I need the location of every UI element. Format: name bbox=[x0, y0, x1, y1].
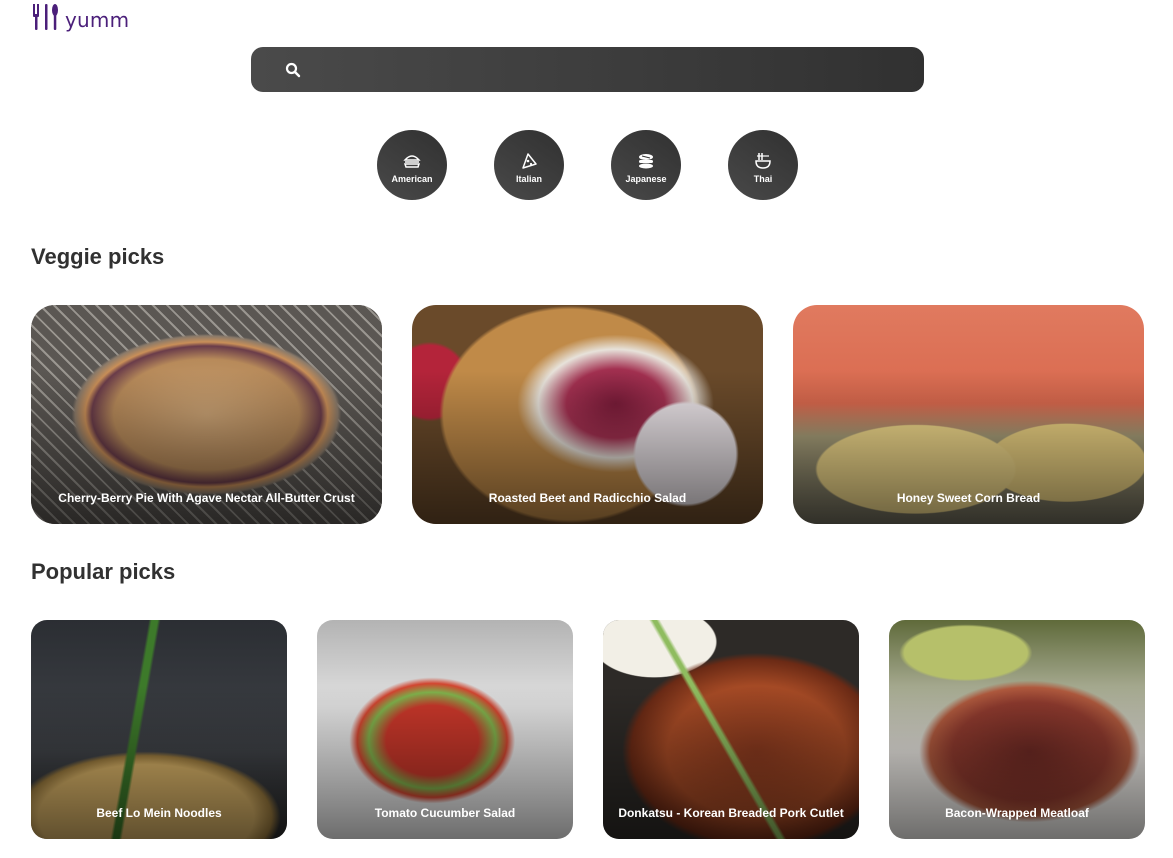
popular-picks-carousel: Beef Lo Mein Noodles Tomato Cucumber Sal… bbox=[31, 620, 1145, 839]
burger-icon bbox=[403, 154, 421, 168]
fork-knife-icon bbox=[33, 4, 58, 30]
logo-text: yumm bbox=[65, 8, 130, 32]
recipe-card[interactable]: Honey Sweet Corn Bread bbox=[793, 305, 1144, 524]
cuisine-label: American bbox=[391, 173, 433, 184]
recipe-title: Honey Sweet Corn Bread bbox=[896, 491, 1041, 505]
search-icon[interactable] bbox=[285, 62, 301, 78]
recipe-card[interactable]: Cherry-Berry Pie With Agave Nectar All-B… bbox=[31, 305, 382, 524]
cuisine-american-button[interactable]: American bbox=[377, 130, 447, 200]
recipe-title: Tomato Cucumber Salad bbox=[374, 806, 516, 820]
recipe-title: Donkatsu - Korean Breaded Pork Cutlet bbox=[618, 806, 844, 820]
cuisine-thai-button[interactable]: Thai bbox=[728, 130, 798, 200]
recipe-card[interactable]: Beef Lo Mein Noodles bbox=[31, 620, 287, 839]
cuisine-italian-button[interactable]: Italian bbox=[494, 130, 564, 200]
cuisine-label: Japanese bbox=[625, 173, 667, 184]
cuisine-label: Italian bbox=[515, 173, 542, 184]
pizza-icon bbox=[522, 152, 537, 169]
veggie-picks-carousel: Cherry-Berry Pie With Agave Nectar All-B… bbox=[31, 305, 1144, 524]
cuisine-label: Thai bbox=[753, 173, 773, 184]
recipe-card[interactable]: Donkatsu - Korean Breaded Pork Cutlet bbox=[603, 620, 859, 839]
recipe-title: Cherry-Berry Pie With Agave Nectar All-B… bbox=[58, 491, 355, 505]
search-input[interactable] bbox=[301, 47, 924, 92]
logo[interactable]: yumm bbox=[31, 0, 129, 32]
search-bar[interactable] bbox=[251, 47, 924, 92]
recipe-card[interactable]: Bacon-Wrapped Meatloaf bbox=[889, 620, 1145, 839]
recipe-card[interactable]: Tomato Cucumber Salad bbox=[317, 620, 573, 839]
cuisine-japanese-button[interactable]: Japanese bbox=[611, 130, 681, 200]
veggie-picks-heading: Veggie picks bbox=[31, 244, 165, 269]
popular-picks-heading: Popular picks bbox=[31, 559, 176, 584]
recipe-card[interactable]: Roasted Beet and Radicchio Salad bbox=[412, 305, 763, 524]
recipe-title: Bacon-Wrapped Meatloaf bbox=[945, 806, 1089, 820]
sushi-icon bbox=[639, 153, 653, 168]
recipe-title: Beef Lo Mein Noodles bbox=[96, 806, 222, 820]
recipe-title: Roasted Beet and Radicchio Salad bbox=[488, 491, 687, 505]
cuisine-nav: American Italian Japanese Thai bbox=[377, 130, 798, 200]
noodle-bowl-icon bbox=[755, 152, 771, 169]
